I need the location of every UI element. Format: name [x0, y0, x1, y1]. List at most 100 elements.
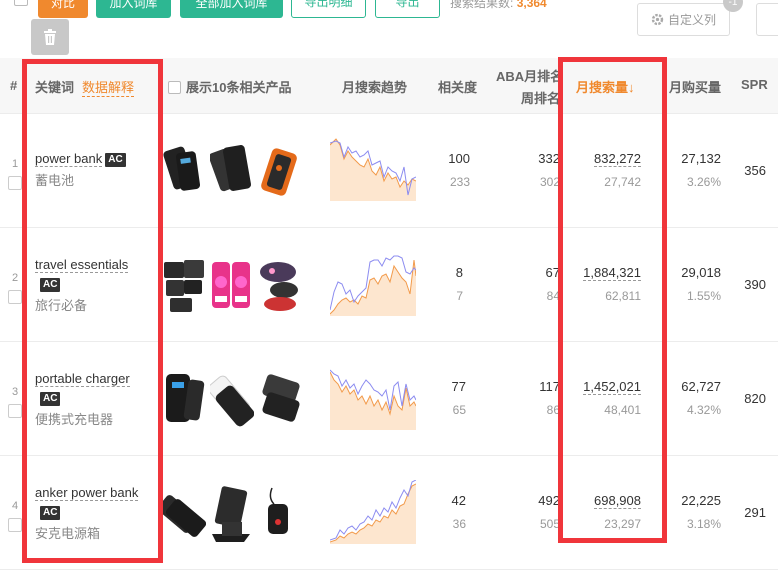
show-products-checkbox[interactable] [168, 81, 181, 94]
compare-button[interactable]: 对比 [38, 0, 88, 18]
product-image[interactable] [162, 142, 206, 202]
result-count-value: 3,364 [516, 0, 547, 10]
trash-icon [44, 29, 56, 45]
aba-rank: 67 [545, 265, 560, 280]
keyword-research-page: 对比 加入词库 全部加入词库 导出明细 导出 搜索结果数: 3,364 自定义列 [0, 0, 778, 576]
custom-columns-button[interactable]: 自定义列 [637, 3, 730, 36]
purchase-rate: 1.55% [686, 289, 721, 303]
spr-value: 291 [744, 505, 766, 520]
add-to-library-button[interactable]: 加入词库 [96, 0, 171, 18]
monthly-search-value[interactable]: 832,272 [560, 151, 641, 167]
trend-sparkline[interactable] [330, 366, 416, 430]
product-image[interactable] [258, 484, 302, 544]
monthly-purchase-value: 29,018 [681, 265, 721, 280]
export-detail-button[interactable]: 导出明细 [291, 0, 366, 18]
product-image[interactable] [210, 370, 254, 430]
result-count: 搜索结果数: 3,364 [450, 0, 547, 11]
product-image[interactable] [162, 256, 206, 316]
monthly-search-sub: 48,401 [604, 403, 641, 417]
aba-rank: 117 [539, 379, 560, 394]
select-all-checkbox[interactable] [14, 0, 28, 6]
trend-sparkline[interactable] [330, 137, 416, 201]
header-show-products[interactable]: 展示10条相关产品 [168, 77, 291, 96]
row-checkbox[interactable] [8, 404, 22, 418]
product-thumbnails [162, 484, 304, 544]
relevance-value: 77 [451, 379, 466, 394]
header-relevance[interactable]: 相关度 [438, 77, 477, 96]
table-row: 1 power bank AC 蓄电池 100 233 332 302 832,… [0, 114, 778, 228]
header-keyword[interactable]: 关键词 [35, 77, 74, 96]
keyword-translation: 旅行必备 [35, 298, 88, 313]
spr-value: 820 [744, 391, 766, 406]
weekly-rank: 302 [539, 175, 560, 189]
weekly-rank: 505 [539, 517, 560, 531]
relevance-sub: 233 [449, 175, 470, 189]
row-checkbox[interactable] [8, 290, 22, 304]
trend-sparkline[interactable] [330, 252, 416, 316]
header-monthly-search[interactable]: 月搜索量↓ [576, 77, 635, 96]
relevance-value: 100 [448, 151, 470, 166]
aba-rank: 492 [538, 493, 560, 508]
keyword-cell: power bank AC 蓄电池 [35, 149, 155, 190]
purchase-rate: 3.18% [686, 517, 721, 531]
product-image[interactable] [258, 370, 302, 430]
product-image[interactable] [162, 370, 206, 430]
table-row: 3 portable charger AC 便携式充电器 77 65 117 8… [0, 342, 778, 456]
row-checkbox[interactable] [8, 518, 22, 532]
table-header: # 关键词 数据解释 展示10条相关产品 月搜索趋势 相关度 ABA月排名 周排… [0, 58, 778, 114]
header-trend: 月搜索趋势 [342, 80, 408, 95]
keyword-link[interactable]: travel essentials [35, 257, 129, 273]
keyword-cell: travel essentials AC 旅行必备 [35, 255, 155, 315]
relevance-value: 42 [451, 493, 466, 508]
product-thumbnails [162, 370, 304, 430]
keyword-link[interactable]: anker power bank [35, 485, 139, 501]
row-checkbox[interactable] [8, 176, 22, 190]
product-image[interactable] [210, 484, 254, 544]
product-image[interactable] [258, 142, 302, 202]
export-button[interactable]: 导出 [375, 0, 440, 18]
keyword-translation: 安克电源箱 [35, 526, 101, 541]
keyword-link[interactable]: power bank [35, 151, 103, 167]
keyword-cell: portable charger AC 便携式充电器 [35, 369, 155, 429]
relevance-sub: 7 [456, 289, 463, 303]
add-all-to-library-button[interactable]: 全部加入词库 [180, 0, 283, 18]
keyword-translation: 便携式充电器 [35, 412, 114, 427]
ac-badge: AC [40, 392, 61, 406]
monthly-search-value[interactable]: 1,452,021 [560, 379, 641, 395]
toolbar: 对比 加入词库 全部加入词库 导出明细 导出 搜索结果数: 3,364 自定义列 [0, 0, 778, 58]
monthly-search-value[interactable]: 1,884,321 [560, 265, 641, 281]
header-aba-rank[interactable]: ABA月排名 [496, 66, 563, 85]
monthly-purchase-value: 22,225 [681, 493, 721, 508]
row-index: 3 [12, 386, 19, 398]
result-count-label: 搜索结果数: [450, 0, 514, 10]
custom-columns-label: 自定义列 [667, 13, 716, 27]
keyword-link[interactable]: portable charger [35, 371, 130, 387]
ac-badge: AC [40, 278, 61, 292]
ac-badge: AC [40, 506, 61, 520]
keyword-translation: 蓄电池 [35, 173, 75, 188]
product-thumbnails [162, 142, 304, 202]
monthly-search-value[interactable]: 698,908 [560, 493, 641, 509]
header-weekly-rank[interactable]: 周排名 [521, 88, 560, 107]
delete-button[interactable] [31, 19, 69, 55]
keyword-cell: anker power bank AC 安克电源箱 [35, 483, 155, 543]
monthly-purchase-value: 62,727 [681, 379, 721, 394]
header-monthly-purchase[interactable]: 月购买量 [669, 77, 721, 96]
ac-badge: AC [105, 153, 126, 167]
product-thumbnails [162, 256, 304, 316]
monthly-search-sub: 23,297 [604, 517, 641, 531]
row-index: 2 [12, 272, 19, 284]
relevance-sub: 36 [452, 517, 466, 531]
trend-sparkline[interactable] [330, 480, 416, 544]
product-image[interactable] [258, 256, 302, 316]
product-image[interactable] [162, 484, 206, 544]
product-image[interactable] [210, 142, 254, 202]
header-data-explain-link[interactable]: 数据解释 [82, 77, 135, 97]
view-toggle-button[interactable] [756, 3, 778, 36]
spr-value: 356 [744, 163, 766, 178]
product-image[interactable] [210, 256, 254, 316]
purchase-rate: 3.26% [686, 175, 721, 189]
table-row: 2 travel essentials AC 旅行必备 8 7 67 84 1,… [0, 228, 778, 342]
header-spr[interactable]: SPR [741, 77, 768, 92]
gear-icon [651, 13, 664, 26]
